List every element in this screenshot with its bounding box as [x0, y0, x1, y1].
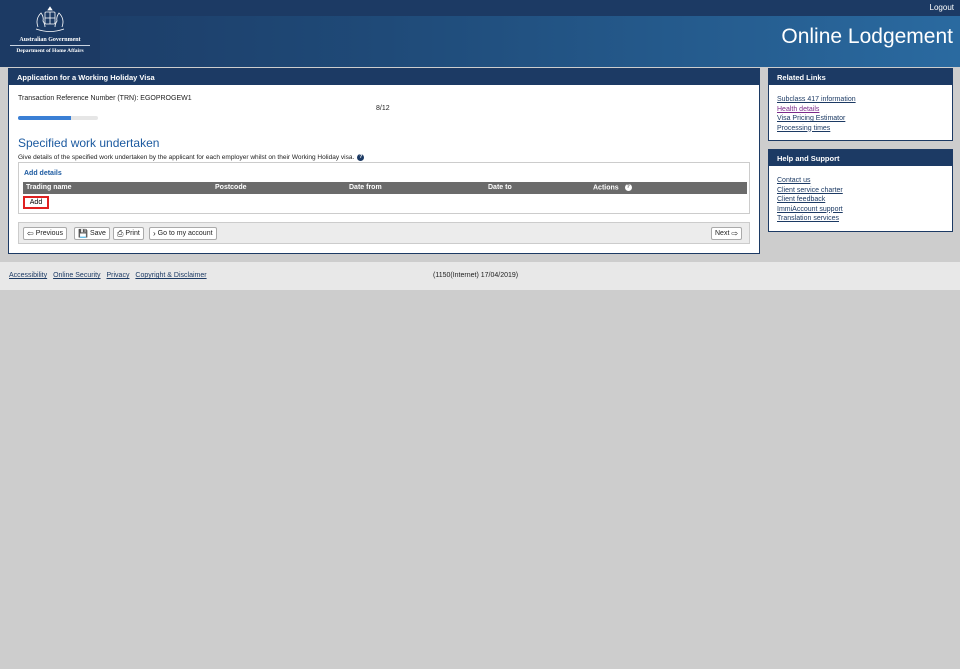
help-support-title: Help and Support [769, 150, 952, 166]
footer: Accessibility Online Security Privacy Co… [0, 262, 960, 290]
link-health-details[interactable]: Health details [777, 105, 944, 115]
table-header: Trading name Postcode Date from Date to … [23, 182, 747, 194]
logo-divider [10, 45, 90, 46]
progress-bar [18, 116, 98, 120]
build-info: (1150(Internet) 17/04/2019) [433, 272, 519, 279]
details-box: Add details Trading name Postcode Date f… [18, 162, 750, 214]
help-icon[interactable]: ? [357, 154, 365, 161]
government-name: Australian Government [19, 37, 81, 43]
go-to-account-button[interactable]: › Go to my account [149, 227, 217, 240]
floppy-disk-icon: 💾 [78, 229, 88, 238]
link-privacy[interactable]: Privacy [107, 272, 130, 279]
link-subclass-417[interactable]: Subclass 417 information [777, 95, 944, 105]
section-title: Specified work undertaken [18, 136, 160, 150]
column-postcode: Postcode [215, 184, 247, 191]
related-links-title: Related Links [769, 69, 952, 85]
link-processing-times[interactable]: Processing times [777, 124, 944, 134]
print-label: Print [125, 230, 140, 237]
link-online-security[interactable]: Online Security [53, 272, 100, 279]
department-name: Department of Home Affairs [16, 48, 84, 54]
app-title: Online Lodgement [781, 25, 953, 48]
section-description: Give details of the specified work under… [18, 154, 365, 162]
print-button[interactable]: ⎙ Print [113, 227, 144, 240]
arrow-right-icon: ⇨ [731, 229, 739, 238]
logout-link[interactable]: Logout [930, 3, 954, 12]
link-visa-pricing[interactable]: Visa Pricing Estimator [777, 114, 944, 124]
next-button[interactable]: Next ⇨ [711, 227, 743, 240]
government-logo: Australian Government Department of Home… [0, 0, 100, 67]
help-support-panel: Help and Support Contact us Client servi… [768, 149, 953, 232]
link-client-feedback[interactable]: Client feedback [777, 195, 944, 205]
application-panel: Application for a Working Holiday Visa T… [8, 68, 760, 254]
add-button[interactable]: Add [23, 196, 49, 209]
trn-text: Transaction Reference Number (TRN): EGOP… [18, 95, 192, 102]
navigation-bar: ⇦ Previous 💾 Save ⎙ Print › Go to my acc… [18, 222, 750, 244]
previous-label: Previous [35, 230, 63, 237]
panel-title: Application for a Working Holiday Visa [9, 69, 759, 85]
page-counter: 8/12 [376, 105, 390, 112]
add-details-heading: Add details [24, 170, 62, 177]
coat-of-arms-icon [35, 6, 65, 32]
column-trading-name: Trading name [26, 184, 72, 191]
footer-links: Accessibility Online Security Privacy Co… [9, 272, 211, 279]
link-translation-services[interactable]: Translation services [777, 214, 944, 224]
next-label: Next [715, 230, 730, 237]
column-actions-label: Actions [593, 184, 619, 192]
chevron-right-icon: › [153, 229, 156, 238]
section-description-text: Give details of the specified work under… [18, 154, 355, 162]
account-label: Go to my account [157, 230, 213, 237]
link-immiaccount-support[interactable]: ImmiAccount support [777, 205, 944, 215]
column-date-to: Date to [488, 184, 512, 191]
column-actions: Actions? [593, 184, 632, 191]
save-label: Save [89, 230, 106, 237]
arrow-left-icon: ⇦ [27, 229, 34, 238]
link-contact-us[interactable]: Contact us [777, 176, 944, 186]
related-links-panel: Related Links Subclass 417 information H… [768, 68, 953, 141]
link-copyright[interactable]: Copyright & Disclaimer [135, 272, 206, 279]
top-strip: Logout [0, 0, 960, 16]
actions-help-icon[interactable]: ? [624, 184, 632, 191]
printer-icon: ⎙ [117, 228, 124, 238]
link-client-service-charter[interactable]: Client service charter [777, 186, 944, 196]
previous-button[interactable]: ⇦ Previous [23, 227, 67, 240]
link-accessibility[interactable]: Accessibility [9, 272, 47, 279]
progress-fill [18, 116, 72, 120]
column-date-from: Date from [349, 184, 382, 191]
save-button[interactable]: 💾 Save [74, 227, 110, 240]
